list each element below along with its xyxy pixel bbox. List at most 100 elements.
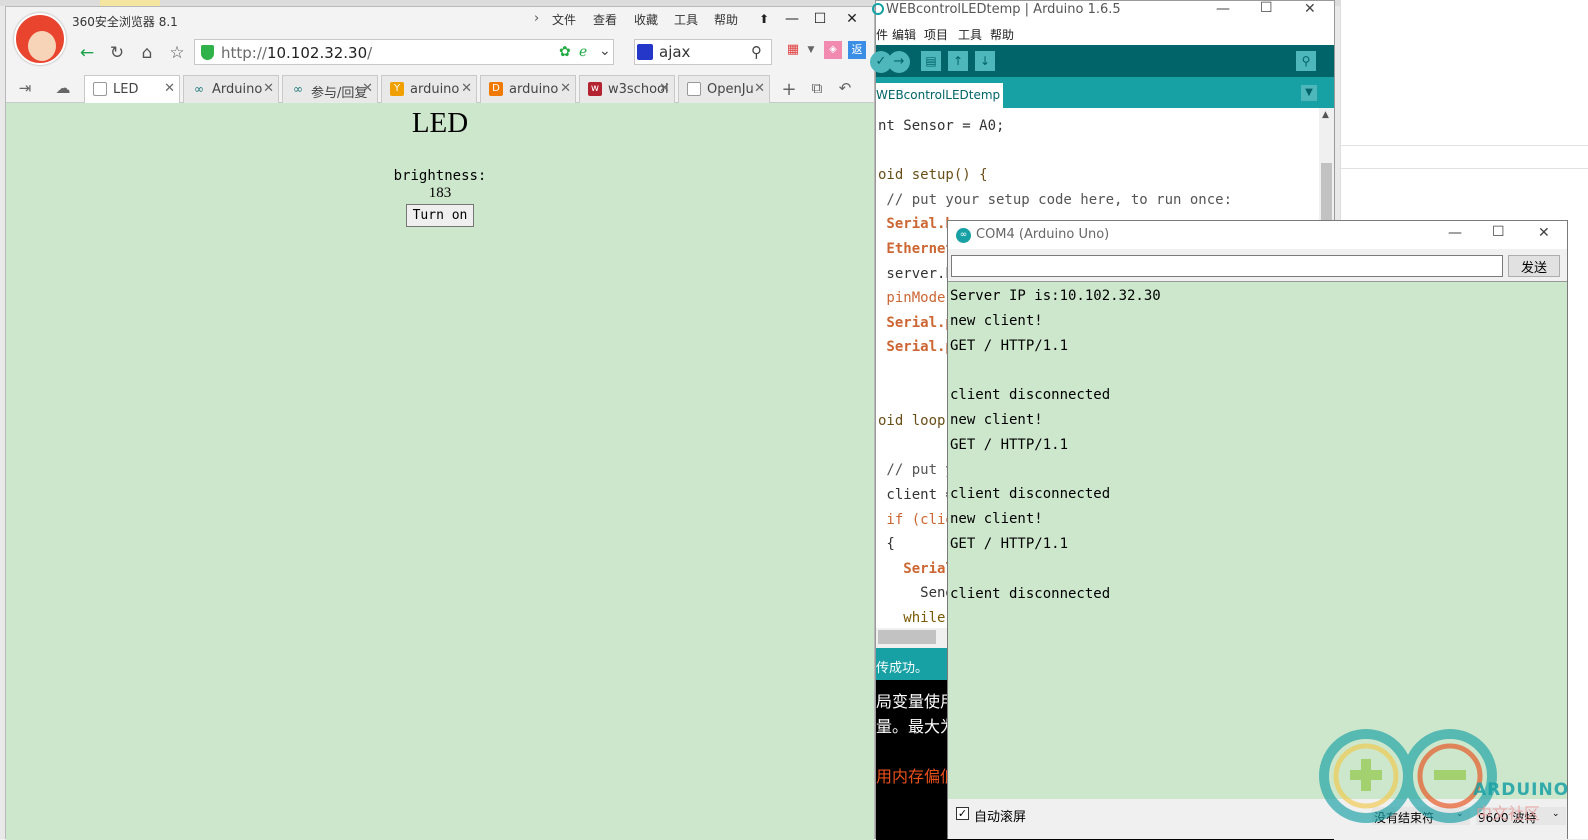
close-button[interactable]: ✕ (1304, 1, 1316, 17)
serial-titlebar: ∞ COM4 (Arduino Uno) — ☐ ✕ (948, 221, 1567, 249)
search-icon[interactable]: ⚲ (751, 43, 762, 61)
scroll-up-icon[interactable]: ▲ (1322, 110, 1329, 120)
tab-arduino-yg[interactable]: Y arduino ✕ (381, 75, 477, 103)
undo-close-icon[interactable]: ↶ (834, 79, 856, 97)
scroll-thumb[interactable] (878, 630, 936, 644)
serial-line: client disconnected (950, 387, 1111, 404)
close-tab-icon[interactable]: ✕ (164, 81, 175, 96)
code-line[interactable]: { (878, 536, 894, 552)
search-box[interactable]: ajax ⚲ (634, 39, 772, 65)
tab-menu-icon[interactable]: ▼ (1301, 85, 1317, 101)
minimize-button[interactable]: — (778, 9, 806, 29)
menu-edit[interactable]: 编辑 (892, 26, 916, 43)
code-line[interactable]: Serial.p (878, 339, 953, 355)
cloud-icon[interactable]: ☁ (52, 79, 74, 97)
code-line[interactable]: Serial (878, 561, 954, 577)
menu-expand-icon[interactable]: › (534, 11, 539, 26)
tab-label: Arduino (212, 82, 263, 97)
address-bar[interactable]: http://10.102.32.30/ ✿ ℯ ⌄ (194, 39, 614, 65)
brightness-value: 183 (428, 185, 452, 201)
pin-icon[interactable]: ⬆ (750, 9, 778, 29)
tab-strip: ⇥ ☁ LED ✕ ∞ Arduino ✕ ∞ 参与/回复 ✕ Y arduin… (6, 73, 874, 104)
sidebar-toggle-icon[interactable]: ⇥ (14, 79, 36, 97)
serial-monitor-icon[interactable]: ⚲ (1296, 51, 1316, 71)
code-line[interactable]: client = (878, 487, 953, 503)
code-line[interactable]: // put your setup code here, to run once… (878, 192, 1232, 208)
close-tab-icon[interactable]: ✕ (560, 81, 571, 96)
arduino-watermark: ARDUINO 中文社区 (1318, 722, 1568, 832)
code-line[interactable]: oid setup() { (878, 167, 988, 183)
search-input[interactable]: ajax (659, 43, 690, 61)
send-button[interactable]: 发送 (1508, 255, 1560, 277)
arduino-icon (872, 3, 884, 15)
back-arrow-icon[interactable]: ← (74, 40, 100, 66)
serial-line: GET / HTTP/1.1 (950, 337, 1069, 354)
speed-icon[interactable]: ✿ (559, 44, 571, 60)
url-text[interactable]: http://10.102.32.30/ (221, 44, 372, 62)
tab-arduino[interactable]: ∞ Arduino ✕ (183, 75, 279, 103)
tab-led[interactable]: LED ✕ (84, 75, 180, 104)
tab-openju[interactable]: OpenJu ✕ (678, 75, 770, 103)
tab-w3school[interactable]: w w3school ✕ (579, 75, 675, 103)
code-line[interactable]: if (clie (878, 512, 953, 528)
close-tab-icon[interactable]: ✕ (263, 81, 274, 96)
save-sketch-icon[interactable]: ↓ (975, 51, 995, 71)
tab-arduino-dy[interactable]: D arduino ✕ (480, 75, 576, 103)
reload-icon[interactable]: ↻ (104, 40, 130, 66)
home-icon[interactable]: ⌂ (134, 40, 160, 66)
turn-on-button[interactable]: Turn on (406, 204, 474, 227)
chevron-down-icon[interactable]: ⌄ (599, 43, 611, 59)
upload-icon[interactable]: → (888, 51, 910, 73)
sketch-tab[interactable]: WEBcontrolLEDtemp (876, 83, 1003, 108)
close-tab-icon[interactable]: ✕ (362, 81, 373, 96)
tab-label: arduino (509, 82, 559, 97)
favorite-star-icon[interactable]: ☆ (164, 40, 190, 66)
extension-icon[interactable]: ◈ (824, 41, 842, 59)
divider (1341, 168, 1588, 169)
user-avatar[interactable] (14, 13, 66, 65)
tab-list-icon[interactable]: ⧉ (806, 79, 828, 97)
close-tab-icon[interactable]: ✕ (659, 81, 670, 96)
apps-grid-icon[interactable]: ▦ (784, 41, 802, 59)
code-line[interactable]: Ethernet (878, 241, 953, 257)
tab-reply[interactable]: ∞ 参与/回复 ✕ (282, 75, 378, 103)
close-button[interactable]: ✕ (1538, 225, 1550, 241)
rebate-icon[interactable]: 返 (848, 41, 866, 59)
maximize-button[interactable]: ☐ (806, 9, 834, 29)
search-engine-icon[interactable] (637, 44, 653, 60)
serial-input[interactable] (951, 255, 1503, 277)
watermark-sub: 中文社区 (1476, 804, 1541, 823)
minimize-button[interactable]: — (1448, 225, 1462, 241)
status-text: 传成功。 (876, 661, 929, 676)
menu-file[interactable]: 件 (876, 26, 888, 43)
close-button[interactable]: ✕ (838, 9, 866, 29)
web-page: LED brightness: 183 Turn on (6, 103, 874, 840)
serial-line: GET / HTTP/1.1 (950, 536, 1069, 552)
new-tab-icon[interactable]: + (778, 79, 800, 100)
code-line[interactable]: Serial.p (878, 315, 953, 331)
new-sketch-icon[interactable]: ▤ (921, 51, 941, 71)
menu-sketch[interactable]: 项目 (924, 26, 948, 43)
menu-help[interactable]: 帮助 (714, 11, 738, 28)
serial-title: COM4 (Arduino Uno) (976, 227, 1110, 242)
minimize-button[interactable]: — (1216, 1, 1230, 17)
compat-mode-icon[interactable]: ℯ (579, 44, 587, 60)
open-sketch-icon[interactable]: ↑ (948, 51, 968, 71)
menu-view[interactable]: 查看 (593, 11, 617, 28)
menu-favorites[interactable]: 收藏 (634, 11, 658, 28)
menu-file[interactable]: 文件 (552, 11, 576, 28)
arduino-icon: ∞ (194, 82, 204, 96)
chevron-down-icon[interactable]: ▼ (802, 41, 820, 59)
maximize-button[interactable]: ☐ (1492, 224, 1505, 240)
close-tab-icon[interactable]: ✕ (754, 81, 765, 96)
code-line[interactable]: Serial.b (878, 216, 953, 232)
navigation-bar: ← ↻ ⌂ ☆ http://10.102.32.30/ ✿ ℯ ⌄ ajax … (72, 37, 872, 69)
url-scheme: http:// (221, 44, 267, 62)
menu-help[interactable]: 帮助 (990, 26, 1014, 43)
menu-tools[interactable]: 工具 (958, 26, 982, 43)
close-tab-icon[interactable]: ✕ (461, 81, 472, 96)
code-line[interactable]: nt Sensor = A0; (878, 118, 1004, 134)
menu-tools[interactable]: 工具 (674, 11, 698, 28)
autoscroll-checkbox[interactable]: ✓ (956, 807, 969, 820)
maximize-button[interactable]: ☐ (1260, 0, 1273, 16)
